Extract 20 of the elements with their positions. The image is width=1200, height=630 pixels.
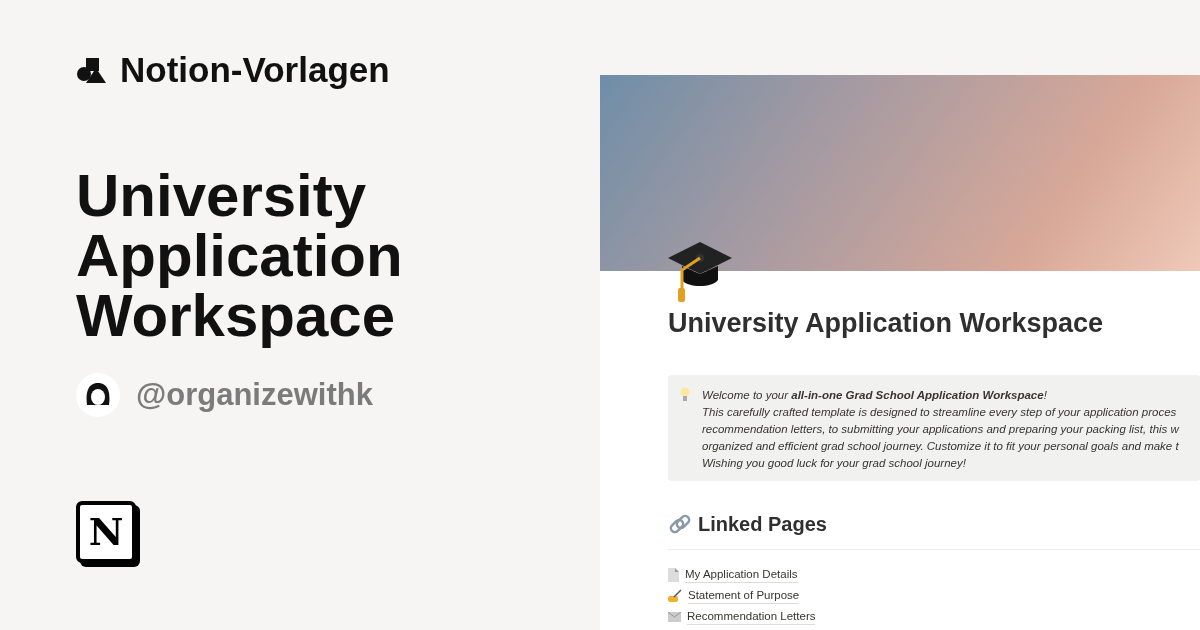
callout-text: Wishing you good luck for your grad school journey! (702, 456, 967, 471)
page-link[interactable]: Recommendation Letters (687, 608, 816, 625)
page-link[interactable]: My Application Details (685, 566, 798, 583)
envelope-icon (668, 611, 681, 622)
link-icon (668, 512, 692, 536)
avatar-icon (76, 373, 120, 418)
shapes-icon (76, 56, 108, 84)
callout-text: This carefully crafted template is designed to streamline every step of your application proces (702, 405, 1178, 420)
callout-text: organized and efficient grad school journey. Customize it to fit your personal goals and make t (702, 439, 1179, 454)
brand-name: Notion-Vorlagen (120, 49, 390, 91)
callout-text: recommendation letters, to submitting your applications and preparing your packing list, this w (702, 422, 1179, 437)
lightbulb-icon (680, 387, 690, 403)
graduation-cap-icon (668, 240, 732, 302)
callout-text: Welcome to your all-in-one Grad School Application Workspace! (702, 388, 1048, 403)
document-icon (668, 567, 679, 582)
section-heading: Linked Pages (698, 512, 827, 537)
title-line: University (76, 166, 368, 226)
page-title: University Application Workspace (668, 307, 1105, 340)
author-handle: @organizewithk (136, 376, 373, 414)
page-link[interactable]: Statement of Purpose (688, 587, 800, 604)
